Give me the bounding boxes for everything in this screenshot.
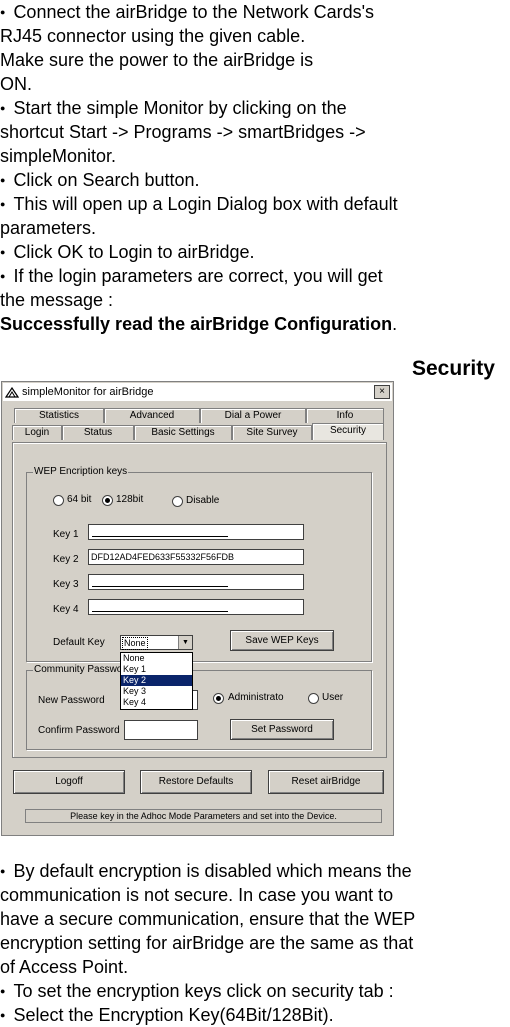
tab-site-survey[interactable]: Site Survey [232, 425, 312, 440]
step-connect-line4: ON. [0, 74, 33, 94]
default-key-label: Default Key [53, 637, 105, 648]
step-start-monitor-line3: simpleMonitor. [0, 146, 117, 166]
section-heading: Security [412, 357, 495, 380]
close-icon[interactable]: × [374, 385, 390, 399]
default-key-value: None [122, 637, 148, 650]
save-wep-keys-button[interactable]: Save WEP Keys [230, 630, 334, 651]
confirm-password-label: Confirm Password [38, 725, 120, 736]
note-default-encryption-line5: of Access Point. [0, 957, 129, 977]
step-connect-line2: RJ45 connector using the given cable. [0, 26, 306, 46]
success-text: Successfully read the airBridge Configur… [0, 314, 393, 334]
step-login-result: If the login parameters are correct, you… [0, 264, 510, 288]
step-security-tab: To set the encryption keys click on secu… [0, 979, 510, 1003]
set-password-button[interactable]: Set Password [230, 719, 334, 740]
status-bar: Please key in the Adhoc Mode Parameters … [25, 809, 382, 823]
step-connect: Connect the airBridge to the Network Car… [0, 0, 510, 24]
step-login-dialog-line2: parameters. [0, 218, 97, 238]
reset-airbridge-button[interactable]: Reset airBridge [268, 770, 384, 794]
tab-login[interactable]: Login [12, 425, 62, 440]
step-connect-line3: Make sure the power to the airBridge is [0, 50, 314, 70]
title-bar: simpleMonitor for airBridge × [3, 383, 392, 401]
radio-64bit-label: 64 bit [67, 494, 92, 505]
logoff-button[interactable]: Logoff [13, 770, 125, 794]
tab-statistics[interactable]: Statistics [14, 408, 104, 423]
tab-advanced[interactable]: Advanced [104, 408, 200, 423]
key2-input[interactable]: DFD12AD4FED633F55332F56FDB [88, 549, 304, 565]
default-key-dropdown: None Key 1 Key 2 Key 3 Key 4 [120, 652, 193, 710]
note-default-encryption-line3: have a secure communication, ensure that… [0, 909, 416, 929]
key1-input[interactable] [88, 524, 304, 540]
key4-label: Key 4 [53, 604, 79, 615]
key2-label: Key 2 [53, 554, 79, 565]
dropdown-option-key2[interactable]: Key 2 [121, 675, 192, 686]
note-default-encryption: By default encryption is disabled which … [0, 859, 510, 883]
restore-defaults-button[interactable]: Restore Defaults [140, 770, 252, 794]
note-default-encryption-line2: communication is not secure. In case you… [0, 885, 394, 905]
wep-legend: WEP Encription keys [33, 466, 129, 477]
tab-info[interactable]: Info [306, 408, 384, 423]
tab-status[interactable]: Status [62, 425, 134, 440]
confirm-password-input[interactable] [124, 720, 198, 740]
default-key-select[interactable]: None ▼ [120, 635, 193, 650]
step-search: Click on Search button. [0, 168, 510, 192]
radio-128bit-label: 128bit [116, 494, 144, 505]
success-message: Successfully read the airBridge Configur… [0, 312, 510, 336]
radio-disable[interactable] [172, 496, 183, 507]
radio-administrator[interactable] [213, 693, 224, 704]
simplemonitor-window: simpleMonitor for airBridge × Statistics… [1, 381, 394, 836]
step-login-result-line2: the message : [0, 290, 114, 310]
radio-administrator-label: Administrator [228, 692, 284, 703]
radio-64bit[interactable] [53, 495, 64, 506]
dropdown-option-key1[interactable]: Key 1 [121, 664, 192, 675]
radio-128bit[interactable] [102, 495, 113, 506]
radio-disable-label: Disable [186, 495, 220, 506]
key3-label: Key 3 [53, 579, 79, 590]
step-login-dialog: This will open up a Login Dialog box wit… [0, 192, 510, 216]
key3-input[interactable] [88, 574, 304, 590]
key1-label: Key 1 [53, 529, 79, 540]
step-start-monitor: Start the simple Monitor by clicking on … [0, 96, 510, 120]
dropdown-option-none[interactable]: None [121, 653, 192, 664]
key4-input[interactable] [88, 599, 304, 615]
chevron-down-icon[interactable]: ▼ [178, 636, 192, 649]
window-title: simpleMonitor for airBridge [22, 386, 154, 398]
tab-security[interactable]: Security [312, 423, 384, 440]
instructions-bottom: By default encryption is disabled which … [0, 859, 510, 1027]
step-start-monitor-line2: shortcut Start -> Programs -> smartBridg… [0, 122, 366, 142]
tab-basic-settings[interactable]: Basic Settings [134, 425, 232, 440]
dropdown-option-key4[interactable]: Key 4 [121, 697, 192, 708]
dropdown-option-key3[interactable]: Key 3 [121, 686, 192, 697]
new-password-label: New Password [38, 695, 105, 706]
note-default-encryption-line4: encryption setting for airBridge are the… [0, 933, 414, 953]
instructions-top: Connect the airBridge to the Network Car… [0, 0, 510, 336]
step-select-key: Select the Encryption Key(64Bit/128Bit). [0, 1003, 510, 1027]
tab-dial-a-power[interactable]: Dial a Power [200, 408, 306, 423]
radio-user-label: User [322, 692, 344, 703]
step-click-ok: Click OK to Login to airBridge. [0, 240, 510, 264]
radio-user[interactable] [308, 693, 319, 704]
success-period: . [392, 314, 398, 334]
app-icon [5, 386, 19, 398]
community-legend: Community Passwor [33, 664, 127, 675]
